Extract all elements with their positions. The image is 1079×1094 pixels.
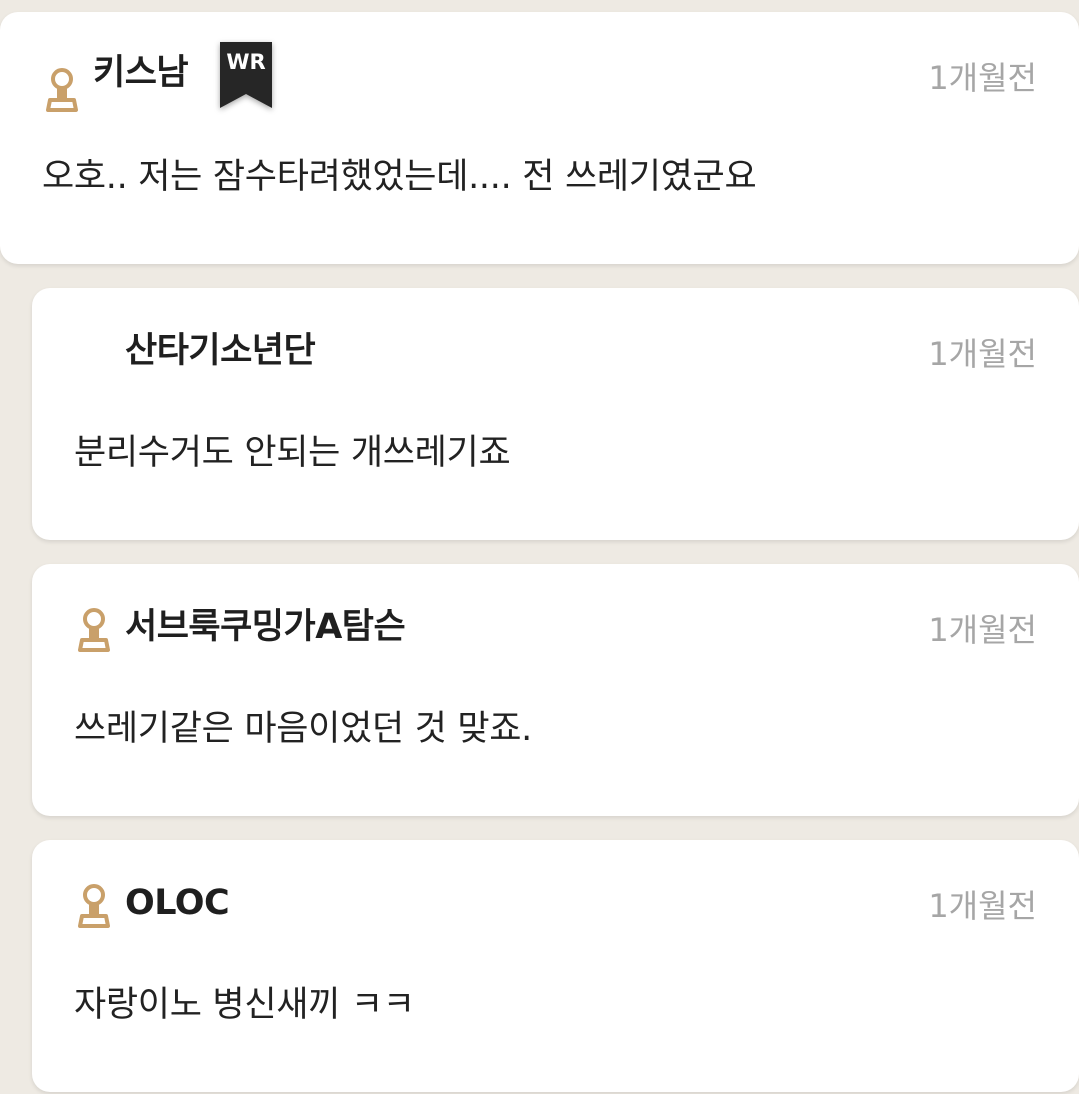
comment-text: 쓰레기같은 마음이었던 것 맞죠. bbox=[74, 709, 533, 749]
writer-badge-label: WR bbox=[226, 50, 266, 74]
reply-card: 서브룩쿠밍가A탐슨 1개월전 쓰레기같은 마음이었던 것 맞죠. bbox=[32, 564, 1079, 816]
reply-card: OLOC 1개월전 자랑이노 병신새끼 ㅋㅋ bbox=[32, 840, 1079, 1092]
comment-author[interactable]: 키스남 bbox=[93, 56, 189, 91]
rank-medal-icon bbox=[78, 608, 110, 652]
comment-text: 오호.. 저는 잠수타려했었는데.... 전 쓰레기였군요 bbox=[42, 157, 757, 197]
rank-medal-icon bbox=[78, 884, 110, 928]
comment-time: 1개월전 bbox=[928, 887, 1037, 925]
rank-medal-icon bbox=[46, 68, 78, 112]
comment-time: 1개월전 bbox=[928, 335, 1037, 373]
reply-card: 산타기소년단 1개월전 분리수거도 안되는 개쓰레기죠 bbox=[32, 288, 1079, 540]
comment-text: 분리수거도 안되는 개쓰레기죠 bbox=[74, 433, 511, 473]
comment-time: 1개월전 bbox=[928, 59, 1037, 97]
comment-author[interactable]: 산타기소년단 bbox=[125, 334, 316, 369]
comment-author[interactable]: 서브룩쿠밍가A탐슨 bbox=[125, 610, 406, 645]
comment-card: 키스남 WR 1개월전 오호.. 저는 잠수타려했었는데.... 전 쓰레기였군… bbox=[0, 12, 1079, 264]
comment-time: 1개월전 bbox=[928, 611, 1037, 649]
writer-badge: WR bbox=[220, 42, 272, 108]
comment-text: 자랑이노 병신새끼 ㅋㅋ bbox=[74, 985, 415, 1025]
comment-author[interactable]: OLOC bbox=[125, 886, 230, 921]
